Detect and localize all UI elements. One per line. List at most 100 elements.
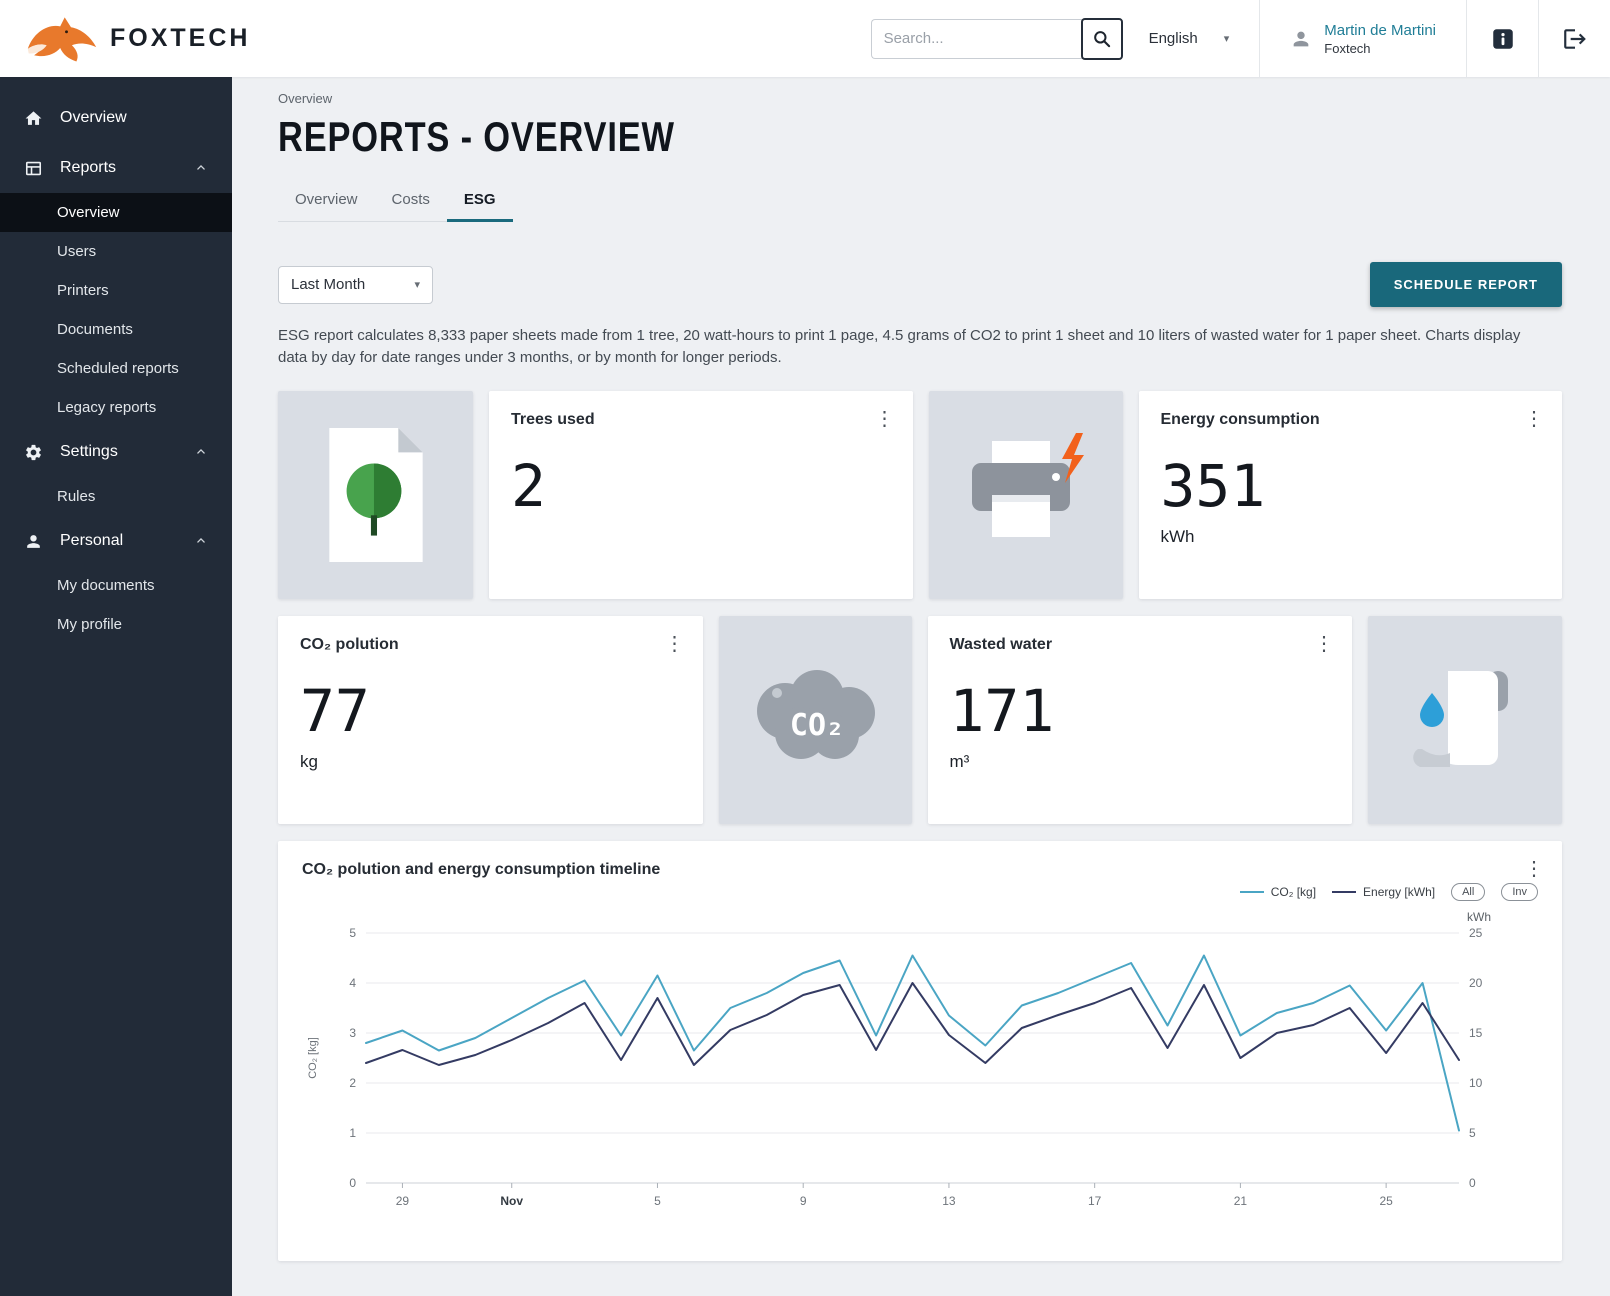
caret-down-icon: ▾	[414, 278, 420, 291]
trees-used-card: Trees used ⋮ 2	[489, 391, 913, 599]
card-menu-button[interactable]: ⋮	[1518, 855, 1550, 883]
wasted-water-card: Wasted water ⋮ 171 m³	[928, 616, 1353, 824]
user-menu[interactable]: Martin de Martini Foxtech	[1260, 0, 1466, 77]
sidebar-item-reports[interactable]: Reports	[0, 143, 232, 193]
svg-text:3: 3	[349, 1026, 356, 1040]
card-title: Wasted water	[950, 636, 1331, 654]
language-value: English	[1149, 30, 1198, 47]
printer-lightning-illustration	[956, 433, 1096, 557]
release-notes-icon	[1490, 26, 1516, 52]
timeline-chart: 001521031542052529Nov5913172125kWhCO₂ [k…	[302, 907, 1503, 1217]
card-menu-button[interactable]: ⋮	[869, 405, 901, 433]
foxtech-logo	[26, 14, 98, 64]
energy-line-swatch	[1332, 891, 1356, 893]
sidebar-subitem-scheduled-reports[interactable]: Scheduled reports	[0, 349, 232, 388]
tab-esg[interactable]: ESG	[447, 182, 513, 222]
chart-title: CO₂ polution and energy consumption time…	[302, 861, 660, 879]
water-illustration-card	[1368, 616, 1562, 824]
energy-illustration-card	[929, 391, 1123, 599]
sidebar-item-settings[interactable]: Settings	[0, 427, 232, 477]
caret-down-icon: ▾	[1224, 32, 1230, 45]
sidebar-subitem-my-documents[interactable]: My documents	[0, 566, 232, 605]
chart-legend: CO₂ [kg] Energy [kWh] All Inv	[302, 883, 1538, 901]
reports-icon	[24, 159, 43, 178]
brand: FOXTECH	[26, 14, 250, 64]
sidebar-label: Personal	[60, 532, 123, 550]
card-menu-button[interactable]: ⋮	[659, 630, 691, 658]
sidebar-subitem-legacy-reports[interactable]: Legacy reports	[0, 388, 232, 427]
legend-energy: Energy [kWh]	[1332, 885, 1435, 899]
brand-name: FOXTECH	[110, 24, 250, 53]
co2-illustration-card: CO₂	[719, 616, 912, 824]
user-org: Foxtech	[1324, 41, 1436, 56]
svg-text:CO₂ [kg]: CO₂ [kg]	[307, 1037, 319, 1079]
period-select[interactable]: Last Month ▾	[278, 266, 433, 304]
chevron-up-icon	[194, 161, 208, 175]
home-icon	[24, 109, 43, 128]
sidebar: Overview Reports Overview Users Printers…	[0, 77, 232, 1296]
person-icon	[24, 532, 43, 551]
sidebar-item-overview[interactable]: Overview	[0, 93, 232, 143]
svg-text:0: 0	[349, 1176, 356, 1190]
sidebar-subitem-my-profile[interactable]: My profile	[0, 605, 232, 644]
sidebar-subitem-documents[interactable]: Documents	[0, 310, 232, 349]
search-icon	[1092, 29, 1112, 49]
release-notes-button[interactable]	[1466, 0, 1538, 77]
card-menu-button[interactable]: ⋮	[1308, 630, 1340, 658]
sidebar-subitem-rules[interactable]: Rules	[0, 477, 232, 516]
wasted-water-unit: m³	[950, 752, 1331, 772]
svg-text:9: 9	[800, 1194, 807, 1208]
sidebar-label: Settings	[60, 443, 118, 461]
search-button[interactable]	[1081, 18, 1123, 60]
schedule-report-button[interactable]: SCHEDULE REPORT	[1370, 262, 1562, 307]
svg-text:1: 1	[349, 1126, 356, 1140]
co2-pollution-card: CO₂ polution ⋮ 77 kg	[278, 616, 703, 824]
breadcrumb[interactable]: Overview	[278, 91, 1562, 106]
svg-text:15: 15	[1469, 1026, 1483, 1040]
svg-text:25: 25	[1379, 1194, 1393, 1208]
svg-text:29: 29	[396, 1194, 410, 1208]
svg-text:20: 20	[1469, 976, 1483, 990]
sidebar-subitem-overview[interactable]: Overview	[0, 193, 232, 232]
svg-text:21: 21	[1234, 1194, 1248, 1208]
svg-text:kWh: kWh	[1467, 910, 1491, 924]
gear-icon	[24, 443, 43, 462]
search-input[interactable]	[871, 19, 1083, 59]
energy-consumption-value: 351	[1161, 457, 1541, 515]
trees-illustration-card	[278, 391, 473, 599]
svg-text:5: 5	[1469, 1126, 1476, 1140]
svg-text:25: 25	[1469, 926, 1483, 940]
card-title: Trees used	[511, 411, 891, 429]
svg-text:0: 0	[1469, 1176, 1476, 1190]
timeline-chart-card: CO₂ polution and energy consumption time…	[278, 841, 1562, 1261]
card-menu-button[interactable]: ⋮	[1518, 405, 1550, 433]
user-name: Martin de Martini	[1324, 22, 1436, 39]
main-content: Overview REPORTS - OVERVIEW Overview Cos…	[232, 77, 1610, 1296]
page-title: REPORTS - OVERVIEW	[278, 114, 1562, 160]
card-title: Energy consumption	[1161, 411, 1541, 429]
tab-overview[interactable]: Overview	[278, 182, 375, 221]
logout-button[interactable]	[1538, 0, 1610, 77]
sidebar-subitem-printers[interactable]: Printers	[0, 271, 232, 310]
sidebar-subitem-users[interactable]: Users	[0, 232, 232, 271]
svg-text:5: 5	[349, 926, 356, 940]
svg-text:2: 2	[349, 1076, 356, 1090]
co2-pollution-value: 77	[300, 682, 681, 740]
legend-inv-button[interactable]: Inv	[1501, 883, 1538, 901]
tree-paper-illustration	[315, 424, 437, 566]
svg-text:Nov: Nov	[500, 1194, 523, 1208]
chevron-up-icon	[194, 445, 208, 459]
tab-costs[interactable]: Costs	[375, 182, 447, 221]
energy-consumption-unit: kWh	[1161, 527, 1541, 547]
sidebar-item-personal[interactable]: Personal	[0, 516, 232, 566]
logout-icon	[1562, 26, 1588, 52]
legend-all-button[interactable]: All	[1451, 883, 1485, 901]
chevron-up-icon	[194, 534, 208, 548]
svg-text:13: 13	[942, 1194, 956, 1208]
user-icon	[1290, 28, 1312, 50]
trees-used-value: 2	[511, 457, 891, 515]
co2-badge-text: CO₂	[790, 708, 844, 743]
language-select[interactable]: English ▾	[1149, 30, 1230, 47]
svg-text:5: 5	[654, 1194, 661, 1208]
svg-text:17: 17	[1088, 1194, 1102, 1208]
